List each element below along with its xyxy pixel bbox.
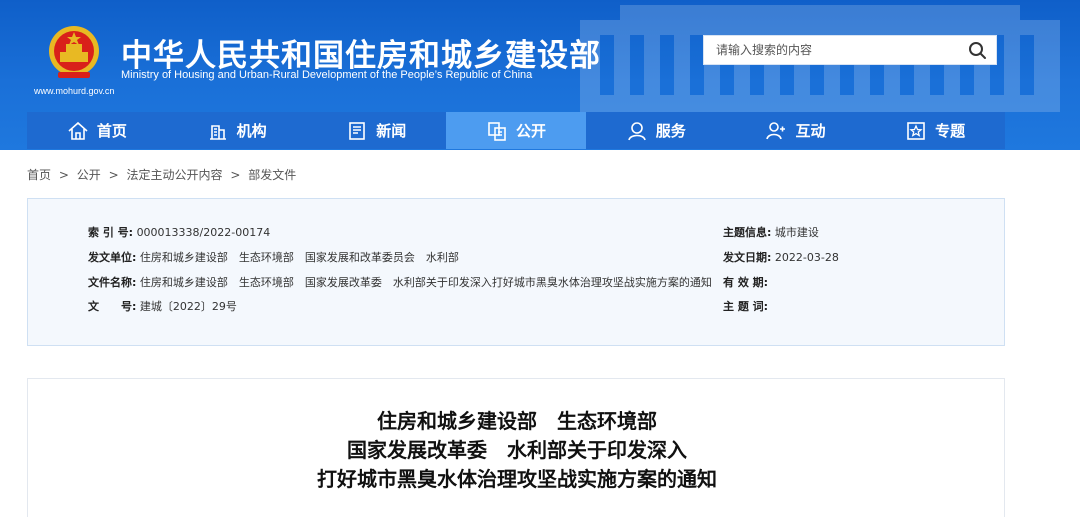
search-input[interactable] — [704, 36, 954, 64]
main-nav: 首页 机构 新闻 公开 服务 互动 专题 — [27, 112, 1005, 149]
nav-item-news[interactable]: 新闻 — [306, 112, 446, 149]
nav-item-home[interactable]: 首页 — [27, 112, 167, 149]
info-docname: 文件名称: 住房和城乡建设部 生态环境部 国家发展改革委 水利部关于印发深入打好… — [88, 274, 712, 290]
info-issuer-value: 住房和城乡建设部 生态环境部 国家发展和改革委员会 水利部 — [139, 251, 459, 264]
search-button[interactable] — [966, 39, 990, 61]
breadcrumb-ministry-documents[interactable]: 部发文件 — [248, 168, 296, 182]
building-icon — [209, 124, 226, 140]
search-box — [703, 35, 997, 65]
star-icon — [907, 121, 925, 140]
nav-item-public[interactable]: 公开 — [446, 112, 586, 149]
document-icon — [488, 121, 506, 141]
info-date: 发文日期: 2022-03-28 — [723, 249, 839, 265]
national-emblem-icon — [49, 26, 99, 78]
document-info-box: 索 引 号: 000013338/2022-00174 发文单位: 住房和城乡建… — [27, 198, 1005, 346]
nav-item-topics[interactable]: 专题 — [865, 112, 1005, 149]
nav-item-label: 新闻 — [376, 122, 407, 140]
breadcrumb: 首页 > 公开 > 法定主动公开内容 > 部发文件 — [27, 166, 296, 183]
info-issuer: 发文单位: 住房和城乡建设部 生态环境部 国家发展和改革委员会 水利部 — [88, 249, 459, 265]
nav-item-label: 服务 — [655, 122, 686, 140]
info-docno-label: 文 号: — [88, 300, 137, 313]
nav-item-label: 互动 — [795, 122, 826, 140]
info-date-label: 发文日期: — [723, 251, 772, 264]
service-icon — [627, 121, 646, 140]
info-subject: 主题信息: 城市建设 — [723, 224, 819, 240]
info-issuer-label: 发文单位: — [88, 251, 137, 264]
info-docno-value: 建城〔2022〕29号 — [139, 300, 237, 313]
article-title-line: 国家发展改革委 水利部关于印发深入 — [347, 438, 687, 462]
nav-item-label: 首页 — [96, 122, 127, 140]
info-validity: 有 效 期: — [723, 274, 768, 290]
home-icon — [68, 121, 88, 140]
interaction-icon — [766, 121, 786, 139]
info-index: 索 引 号: 000013338/2022-00174 — [88, 224, 270, 240]
info-docno: 文 号: 建城〔2022〕29号 — [88, 298, 237, 314]
breadcrumb-separator: > — [108, 168, 119, 182]
breadcrumb-separator: > — [230, 168, 241, 182]
info-keyword-label: 主 题 词: — [723, 300, 769, 313]
article-card: 住房和城乡建设部 生态环境部 国家发展改革委 水利部关于印发深入 打好城市黑臭水… — [27, 378, 1005, 517]
nav-item-interaction[interactable]: 互动 — [726, 112, 866, 149]
nav-item-label: 机构 — [236, 122, 267, 140]
info-index-label: 索 引 号: — [88, 226, 134, 239]
breadcrumb-home[interactable]: 首页 — [27, 168, 51, 182]
info-subject-value: 城市建设 — [774, 226, 819, 239]
info-subject-label: 主题信息: — [723, 226, 772, 239]
info-docname-label: 文件名称: — [88, 276, 137, 289]
site-header: www.mohurd.gov.cn 中华人民共和国住房和城乡建设部 Minist… — [0, 0, 1080, 150]
breadcrumb-public[interactable]: 公开 — [77, 168, 101, 182]
nav-item-label: 专题 — [935, 122, 966, 140]
article-title-line: 住房和城乡建设部 生态环境部 — [377, 409, 657, 433]
article-title: 住房和城乡建设部 生态环境部 国家发展改革委 水利部关于印发深入 打好城市黑臭水… — [28, 407, 1006, 494]
breadcrumb-statutory-content[interactable]: 法定主动公开内容 — [126, 168, 222, 182]
nav-item-organization[interactable]: 机构 — [167, 112, 307, 149]
article-title-line: 打好城市黑臭水体治理攻坚战实施方案的通知 — [317, 467, 717, 491]
info-index-value: 000013338/2022-00174 — [136, 226, 271, 239]
breadcrumb-separator: > — [58, 168, 69, 182]
info-keyword: 主 题 词: — [723, 298, 768, 314]
info-date-value: 2022-03-28 — [774, 251, 839, 264]
info-docname-value: 住房和城乡建设部 生态环境部 国家发展改革委 水利部关于印发深入打好城市黑臭水体… — [139, 276, 712, 289]
nav-item-label: 公开 — [516, 122, 547, 140]
news-icon — [349, 121, 366, 140]
site-url: www.mohurd.gov.cn — [34, 86, 115, 96]
search-icon — [969, 42, 986, 59]
site-title-english: Ministry of Housing and Urban-Rural Deve… — [121, 69, 533, 81]
nav-item-service[interactable]: 服务 — [586, 112, 726, 149]
info-validity-label: 有 效 期: — [723, 276, 769, 289]
